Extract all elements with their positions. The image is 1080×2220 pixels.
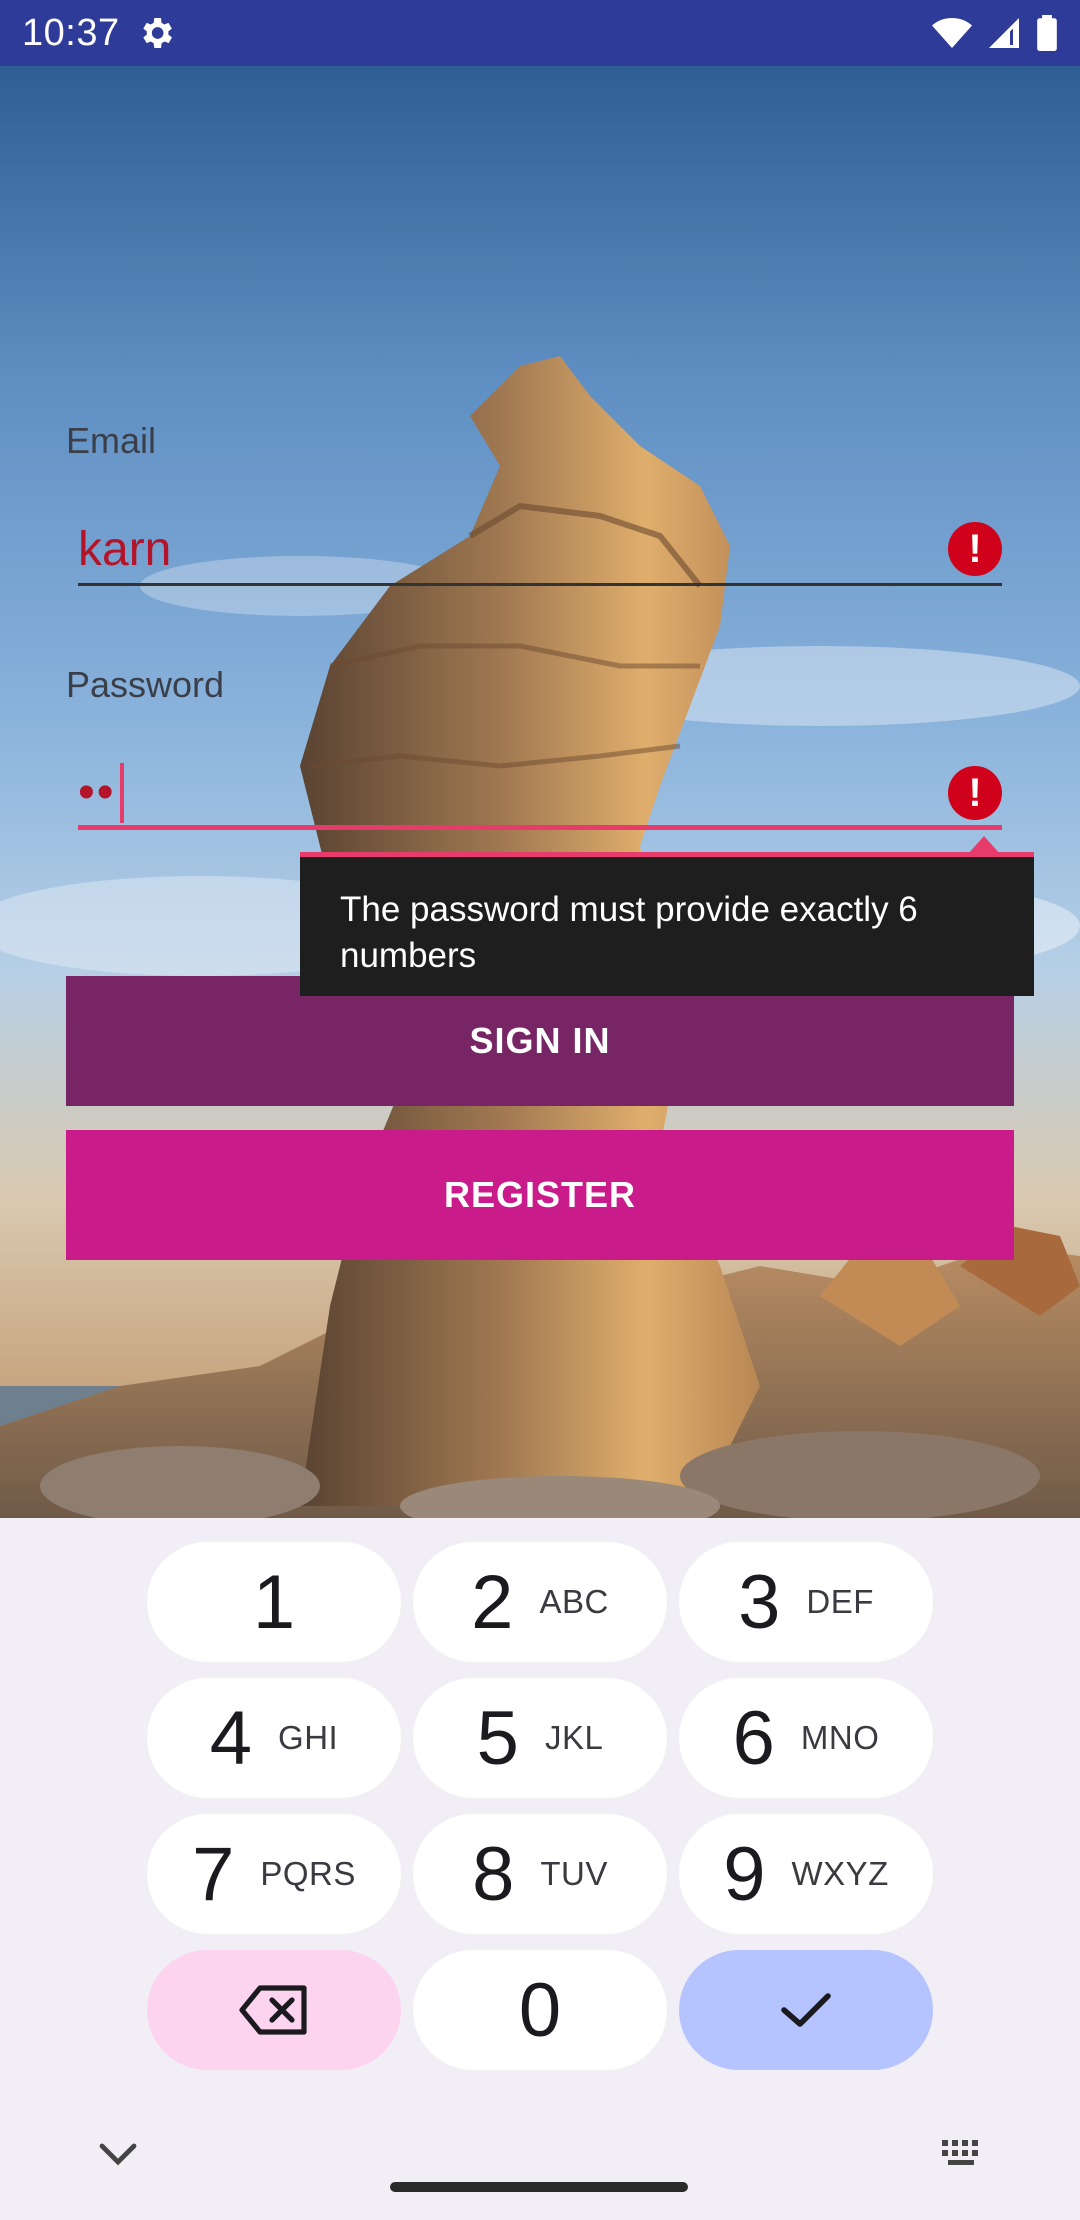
password-error-icon[interactable]: ! [948,766,1002,820]
done-key[interactable] [679,1950,933,2070]
password-label: Password [66,664,225,705]
key-digit: 6 [732,1695,775,1781]
key-digit: 9 [723,1831,766,1917]
key-0[interactable]: 0 [413,1950,667,2070]
key-digit: 2 [471,1559,514,1645]
key-2[interactable]: 2 ABC [413,1542,667,1662]
key-digit: 1 [252,1559,296,1645]
settings-gear-icon [142,18,172,48]
key-1[interactable]: 1 [147,1542,401,1662]
key-8[interactable]: 8 TUV [413,1814,667,1934]
key-letters: PQRS [260,1855,356,1892]
key-digit: 8 [472,1831,515,1917]
delete-key[interactable] [147,1950,401,2070]
chevron-down-icon[interactable] [98,2142,138,2166]
numeric-keyboard: 1 2 ABC 3 DEF 4 GHI 5 JKL 6 MNO 7 PQRS 8… [0,1518,1080,2220]
key-9[interactable]: 9 WXYZ [679,1814,933,1934]
password-value: •• [78,765,116,819]
password-error-message: The password must provide exactly 6 numb… [340,890,918,975]
email-error-icon[interactable]: ! [948,522,1002,576]
status-time: 10:37 [22,11,120,54]
battery-icon [1037,15,1057,51]
cellular-signal-icon [989,18,1019,48]
register-button[interactable]: REGISTER [66,1130,1014,1260]
navigation-handle[interactable] [390,2182,688,2192]
key-letters: TUV [540,1855,608,1892]
key-7[interactable]: 7 PQRS [147,1814,401,1934]
screen: 10:37 Email karn ! Password •• ! SIGN IN… [0,0,1080,2220]
status-bar: 10:37 [0,0,1080,66]
key-letters: MNO [800,1719,880,1756]
keyboard-icon[interactable] [940,2138,986,2168]
key-letters: ABC [539,1583,609,1620]
check-icon [781,1993,831,2027]
key-5[interactable]: 5 JKL [413,1678,667,1798]
text-cursor [119,762,124,823]
key-6[interactable]: 6 MNO [679,1678,933,1798]
status-icons [932,15,1058,51]
password-error-tooltip: The password must provide exactly 6 numb… [300,852,1034,996]
email-field[interactable]: karn ! [78,516,1002,586]
key-digit: 5 [476,1695,519,1781]
key-digit: 7 [192,1831,235,1917]
wifi-icon [932,18,972,48]
key-3[interactable]: 3 DEF [679,1542,933,1662]
key-digit: 3 [738,1559,781,1645]
key-4[interactable]: 4 GHI [147,1678,401,1798]
key-letters: WXYZ [791,1855,889,1892]
email-label: Email [66,420,157,461]
password-field[interactable]: •• ! [78,760,1002,830]
key-letters: GHI [278,1719,339,1756]
email-value: karn [78,523,172,576]
key-digit: 4 [209,1695,253,1781]
key-digit: 0 [518,1967,562,2053]
backspace-icon [239,1985,307,2035]
key-letters: DEF [806,1583,874,1620]
key-letters: JKL [544,1719,604,1756]
